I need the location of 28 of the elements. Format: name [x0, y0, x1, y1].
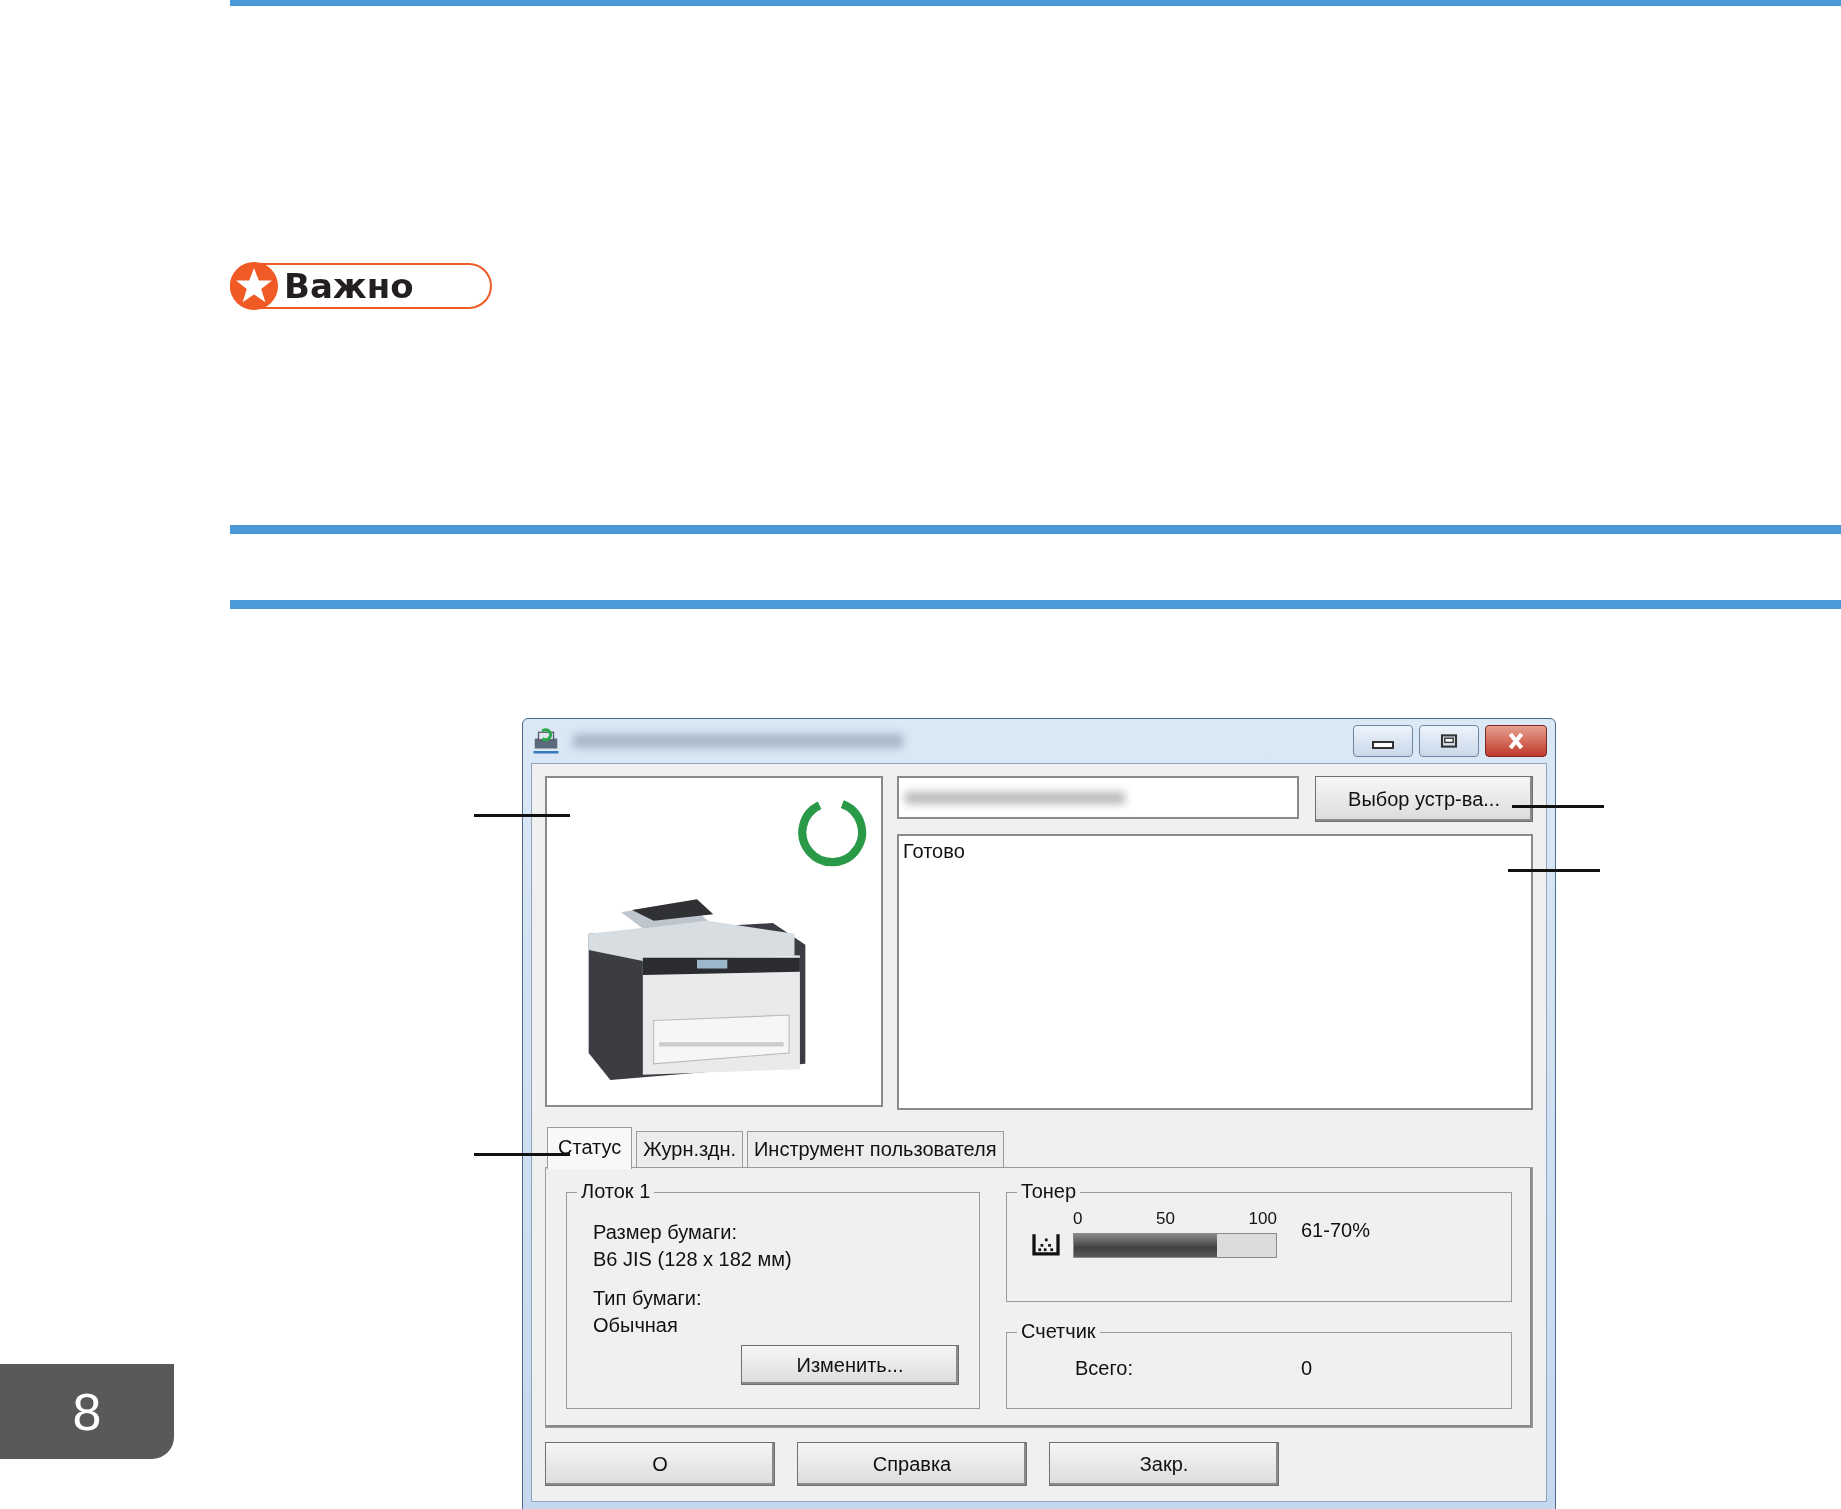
field-value: B6 JIS (128 x 182 мм): [593, 1248, 793, 1271]
dialog-button[interactable]: Справка: [797, 1442, 1027, 1486]
scale-label: 0: [1073, 1209, 1083, 1229]
minimize-button[interactable]: [1353, 725, 1413, 757]
dialog-button[interactable]: Закр.: [1049, 1442, 1279, 1486]
toner-reading: 61-70%: [1301, 1219, 1370, 1242]
field-label: Размер бумаги:: [593, 1221, 738, 1244]
field-label: Тип бумаги:: [593, 1287, 703, 1310]
scale-label: 100: [1248, 1209, 1277, 1229]
counter-label: Всего:: [1075, 1357, 1134, 1380]
badge-label: Важно: [284, 266, 414, 306]
counter-value: 0: [1301, 1357, 1313, 1380]
maximize-button[interactable]: [1419, 725, 1479, 757]
field-value: Обычная: [593, 1314, 679, 1337]
tab[interactable]: Инструмент пользователя: [747, 1131, 1004, 1167]
minimize-icon: [1372, 741, 1394, 749]
tab[interactable]: Журн.здн.: [636, 1131, 743, 1167]
device-field[interactable]: [897, 776, 1299, 819]
printer-icon: [531, 726, 561, 756]
scale-label: 50: [1156, 1209, 1175, 1229]
chapter-number: 8: [72, 1381, 102, 1442]
dialog-button[interactable]: О: [545, 1442, 775, 1486]
close-button[interactable]: [1485, 725, 1547, 757]
status-text: Готово: [903, 840, 965, 862]
toner-icon: [1031, 1232, 1061, 1256]
tab[interactable]: Статус: [547, 1127, 633, 1169]
select-device-button[interactable]: Выбор устр-ва...: [1315, 776, 1533, 822]
change-button[interactable]: Изменить...: [741, 1345, 959, 1385]
